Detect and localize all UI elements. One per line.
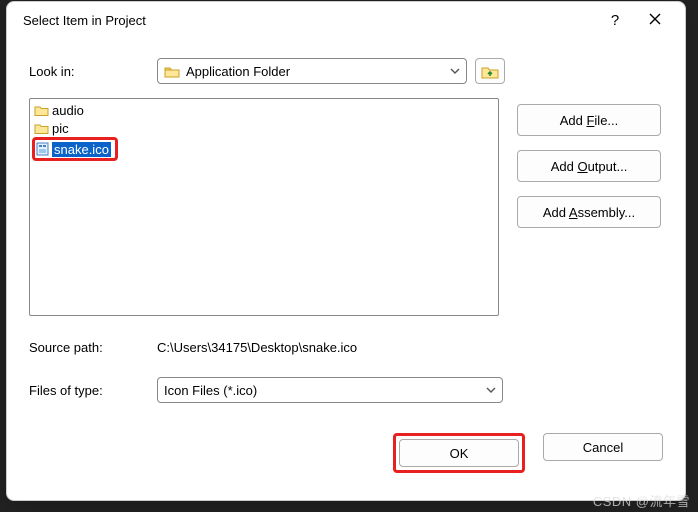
ok-button[interactable]: OK	[399, 439, 519, 467]
help-icon[interactable]: ?	[595, 12, 635, 29]
folder-up-button[interactable]	[475, 58, 505, 84]
add-output-button[interactable]: Add Output...	[517, 150, 661, 182]
look-in-value: Application Folder	[186, 64, 450, 79]
dialog-content: Look in: Application Folder	[7, 38, 685, 489]
files-of-type-combo[interactable]: Icon Files (*.ico)	[157, 377, 503, 403]
list-item-label: snake.ico	[52, 142, 111, 157]
list-item-label: audio	[52, 103, 84, 118]
source-path-value: C:\Users\34175\Desktop\snake.ico	[157, 340, 663, 355]
list-item[interactable]: audio	[32, 101, 496, 119]
titlebar: Select Item in Project ?	[7, 2, 685, 38]
ok-highlight: OK	[393, 433, 525, 473]
dialog: Select Item in Project ? Look in: Applic…	[6, 1, 686, 501]
folder-icon	[34, 122, 49, 134]
file-icon	[36, 142, 49, 156]
side-buttons: Add File... Add Output... Add Assembly..…	[517, 98, 661, 316]
chevron-down-icon	[486, 384, 496, 396]
dialog-actions: OK Cancel	[29, 433, 663, 473]
close-icon[interactable]	[635, 12, 675, 29]
files-of-type-label: Files of type:	[29, 383, 157, 398]
list-item-selected[interactable]: snake.ico	[32, 137, 118, 161]
dialog-title: Select Item in Project	[23, 13, 595, 28]
watermark: CSDN @流年雪	[593, 491, 690, 510]
chevron-down-icon	[450, 65, 460, 77]
file-list[interactable]: audio pic snake.ico	[29, 98, 499, 316]
source-path-label: Source path:	[29, 340, 157, 355]
look-in-combo[interactable]: Application Folder	[157, 58, 467, 84]
look-in-label: Look in:	[29, 64, 157, 79]
files-of-type-value: Icon Files (*.ico)	[164, 383, 486, 398]
cancel-button[interactable]: Cancel	[543, 433, 663, 461]
folder-icon	[164, 65, 180, 78]
add-file-button[interactable]: Add File...	[517, 104, 661, 136]
list-item[interactable]: pic	[32, 119, 496, 137]
folder-icon	[34, 104, 49, 116]
list-item-label: pic	[52, 121, 69, 136]
add-assembly-button[interactable]: Add Assembly...	[517, 196, 661, 228]
